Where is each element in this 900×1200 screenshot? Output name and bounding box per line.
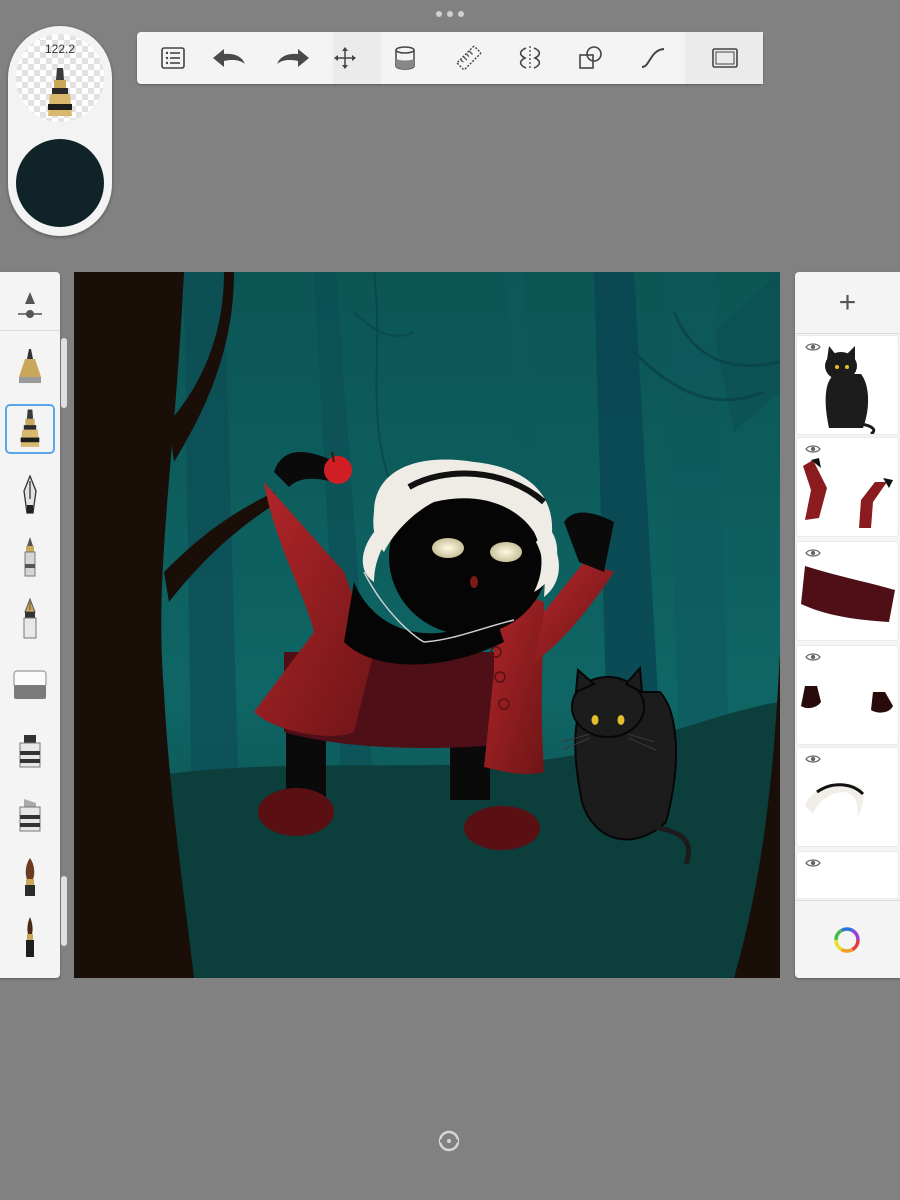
brush-slider-icon <box>18 292 42 318</box>
dot <box>458 11 464 17</box>
ruler-icon <box>456 45 482 71</box>
brush-puck[interactable]: 122.2 <box>8 26 112 236</box>
curve-icon <box>641 48 665 68</box>
top-toolbar <box>137 32 763 84</box>
shapes-icon <box>579 46 602 69</box>
brush-fountain-pen[interactable] <box>5 594 55 644</box>
flat-marker-icon <box>19 735 41 768</box>
shapes-button[interactable] <box>573 40 609 76</box>
brush-opacity-slider[interactable] <box>8 282 52 322</box>
chisel-marker-icon <box>19 799 41 832</box>
symmetry-button[interactable] <box>512 40 548 76</box>
brush-chisel-marker[interactable] <box>5 790 55 840</box>
handle-dots[interactable] <box>436 10 464 18</box>
marker-brush-icon <box>48 68 72 116</box>
dot <box>447 11 453 17</box>
canvas-artwork <box>74 272 780 978</box>
panel-scroll-handle[interactable] <box>61 876 67 946</box>
fill-button[interactable] <box>387 40 423 76</box>
pencil-icon <box>19 349 41 383</box>
fountain-pen-icon <box>23 598 37 639</box>
brush-size-value: 122.2 <box>44 42 76 56</box>
list-button[interactable] <box>155 40 191 76</box>
brush-size-control[interactable]: 122.2 <box>16 34 104 122</box>
brush-ballpoint[interactable] <box>5 532 55 582</box>
round-brush-icon <box>25 858 35 896</box>
brush-library-panel <box>0 272 60 978</box>
layer-headband[interactable] <box>797 748 898 846</box>
brush-pencil[interactable] <box>5 342 55 392</box>
panel-scroll-handle[interactable] <box>61 338 67 408</box>
undo-button[interactable] <box>211 40 247 76</box>
list-icon <box>161 47 185 69</box>
redo-button[interactable] <box>275 40 311 76</box>
redo-icon <box>277 49 309 67</box>
layers-panel: + <box>795 272 900 978</box>
ruler-button[interactable] <box>451 40 487 76</box>
marker-icon <box>20 409 40 447</box>
ballpoint-icon <box>24 537 36 577</box>
layer-boots[interactable] <box>797 646 898 744</box>
ink-pen-icon <box>23 475 37 514</box>
transform-button[interactable] <box>327 40 363 76</box>
brush-ink-pen[interactable] <box>5 470 55 520</box>
eye-icon[interactable] <box>805 858 821 868</box>
layer-empty[interactable] <box>797 852 898 898</box>
divider <box>795 900 900 901</box>
brush-paint-brush[interactable] <box>5 912 55 962</box>
eye-icon[interactable] <box>805 652 821 662</box>
layer-skirt[interactable] <box>797 542 898 640</box>
symmetry-icon <box>519 46 541 70</box>
layer-sleeves[interactable] <box>797 438 898 536</box>
drawing-canvas[interactable] <box>74 272 780 978</box>
paint-bucket-icon <box>395 46 415 70</box>
fullscreen-icon <box>712 48 738 68</box>
brush-flat-marker[interactable] <box>5 726 55 776</box>
canvas-reset-icon[interactable] <box>438 1130 460 1152</box>
brush-round-brush[interactable] <box>5 852 55 902</box>
dot <box>436 11 442 17</box>
move-icon <box>334 47 356 69</box>
eye-icon[interactable] <box>805 342 821 352</box>
layer-black-cat[interactable] <box>797 336 898 434</box>
paint-brush-icon <box>26 917 34 957</box>
add-layer-button[interactable]: + <box>795 272 900 334</box>
divider <box>0 330 60 331</box>
eye-icon[interactable] <box>805 548 821 558</box>
eye-icon[interactable] <box>805 754 821 764</box>
brush-eraser[interactable] <box>5 660 55 710</box>
color-wheel-icon[interactable] <box>833 926 861 954</box>
fullscreen-button[interactable] <box>707 40 743 76</box>
color-puck[interactable] <box>16 139 104 227</box>
brush-marker[interactable] <box>5 404 55 454</box>
eye-icon[interactable] <box>805 444 821 454</box>
undo-icon <box>213 49 245 67</box>
stroke-style-button[interactable] <box>635 40 671 76</box>
eraser-icon <box>13 670 47 699</box>
